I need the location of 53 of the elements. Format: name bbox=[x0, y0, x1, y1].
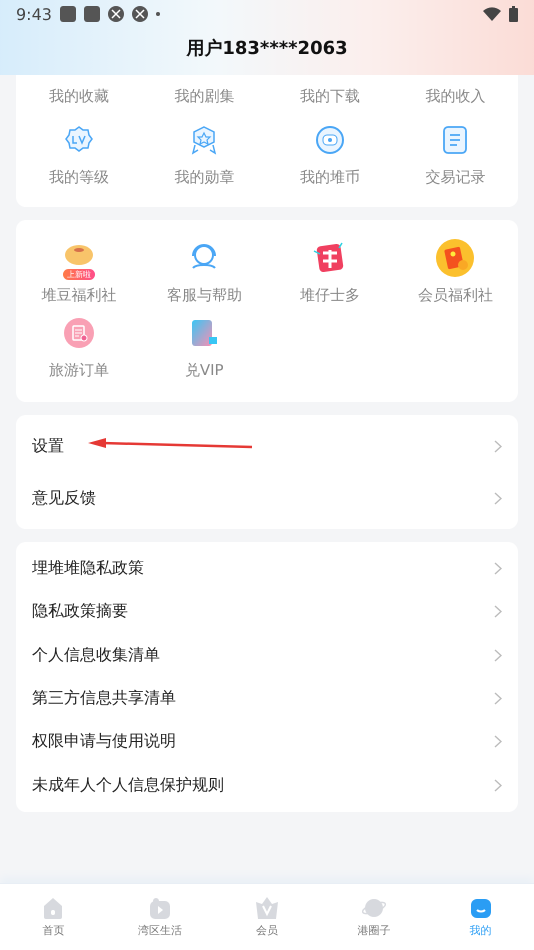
shortcut-label[interactable]: 堆仔士多 bbox=[300, 286, 360, 305]
profile-icon bbox=[468, 896, 493, 920]
planet-icon bbox=[362, 896, 386, 920]
menu-row[interactable]: 未成年人个人信息保护规则 bbox=[16, 763, 518, 807]
app-notification-icon bbox=[84, 6, 100, 22]
status-time: 9:43 bbox=[16, 4, 52, 24]
more-notifications-icon bbox=[156, 12, 160, 16]
shortcut-label[interactable]: 我的堆币 bbox=[300, 168, 360, 187]
shortcut-label[interactable]: 旅游订单 bbox=[48, 361, 109, 380]
menu-row[interactable]: 隐私政策摘要 bbox=[16, 590, 518, 634]
shortcut-label[interactable]: 我的收入 bbox=[425, 87, 486, 106]
tab[interactable]: 港圈子 bbox=[320, 884, 428, 950]
chevron-right-icon bbox=[494, 778, 502, 792]
menu-row[interactable]: 设置 bbox=[16, 420, 518, 472]
new-badge: 上新啦 bbox=[62, 269, 95, 280]
play-icon bbox=[148, 896, 172, 920]
chevron-right-icon bbox=[494, 492, 502, 504]
shortcut-label[interactable]: 客服与帮助 bbox=[166, 286, 242, 305]
shortcut-label[interactable]: 交易记录 bbox=[425, 168, 486, 187]
chevron-right-icon bbox=[494, 648, 502, 662]
order-icon bbox=[64, 318, 94, 348]
menu-row[interactable]: 权限申请与使用说明 bbox=[16, 720, 518, 764]
vip-card-icon bbox=[190, 318, 218, 348]
chevron-right-icon bbox=[494, 562, 502, 576]
badge-icon bbox=[64, 125, 94, 155]
tab[interactable]: 会员 bbox=[214, 884, 320, 950]
crown-icon bbox=[254, 896, 280, 920]
menu-row[interactable]: 意见反馈 bbox=[16, 472, 518, 524]
shortcut-label[interactable]: 我的勋章 bbox=[174, 168, 234, 187]
menu-row[interactable]: 个人信息收集清单 bbox=[16, 634, 518, 677]
shortcut-label[interactable]: 兑VIP bbox=[184, 361, 224, 380]
app-notification-icon bbox=[60, 6, 76, 22]
tab[interactable]: 我的 bbox=[427, 884, 534, 950]
document-icon bbox=[441, 125, 470, 155]
shortcut-label[interactable]: 堆豆福利社 bbox=[41, 286, 116, 305]
shortcut-label[interactable]: 我的剧集 bbox=[174, 87, 234, 106]
shortcut-label[interactable]: 我的收藏 bbox=[48, 87, 109, 106]
coin-icon bbox=[314, 125, 345, 155]
battery-icon bbox=[509, 6, 518, 22]
menu-row[interactable]: 埋堆堆隐私政策 bbox=[16, 547, 518, 590]
envelope-coin-icon bbox=[436, 239, 474, 277]
shortcut-label[interactable]: 会员福利社 bbox=[418, 286, 493, 305]
shortcut-label[interactable]: 我的下载 bbox=[300, 87, 360, 106]
user-name: 用户183****2063 bbox=[185, 37, 349, 60]
tab[interactable]: 首页 bbox=[0, 884, 107, 950]
chevron-right-icon bbox=[494, 440, 502, 452]
shortcut-label[interactable]: 我的等级 bbox=[48, 168, 109, 187]
chevron-right-icon bbox=[494, 692, 502, 706]
wifi-icon bbox=[483, 7, 501, 21]
tab[interactable]: 湾区生活 bbox=[106, 884, 214, 950]
chevron-right-icon bbox=[494, 735, 502, 748]
menu-row[interactable]: 第三方信息共享清单 bbox=[16, 676, 518, 720]
chevron-right-icon bbox=[494, 605, 502, 618]
